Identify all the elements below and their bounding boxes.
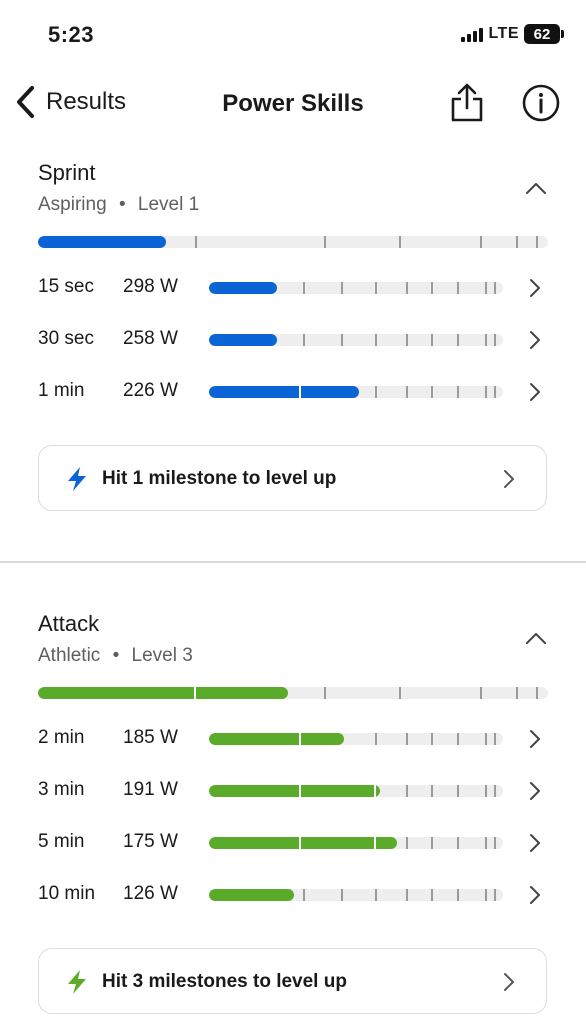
progress-fill bbox=[209, 837, 398, 849]
separator-dot: • bbox=[112, 645, 120, 666]
row-duration: 5 min bbox=[38, 831, 85, 852]
tier-label: Athletic bbox=[38, 645, 101, 666]
milestone-tick bbox=[457, 889, 460, 901]
milestone-tick bbox=[494, 733, 497, 745]
milestone-tick bbox=[430, 733, 433, 745]
row-power: 126 W bbox=[123, 883, 178, 904]
progress-fill bbox=[209, 733, 345, 745]
skill-row-10-min[interactable]: 10 min 126 W bbox=[0, 875, 586, 915]
segment-divider bbox=[298, 785, 301, 797]
segment-divider bbox=[193, 687, 196, 699]
milestone-tick bbox=[375, 889, 378, 901]
chevron-right-icon bbox=[530, 782, 540, 800]
segment-divider bbox=[373, 785, 376, 797]
milestone-tick bbox=[405, 837, 408, 849]
milestone-tick bbox=[457, 837, 460, 849]
row-duration: 2 min bbox=[38, 727, 85, 748]
milestone-button[interactable]: Hit 3 milestones to level up bbox=[38, 948, 547, 1014]
milestone-tick bbox=[494, 785, 497, 797]
milestone-tick bbox=[405, 733, 408, 745]
milestone-tick bbox=[341, 889, 344, 901]
row-duration: 10 min bbox=[38, 883, 96, 904]
milestone-tick bbox=[480, 687, 483, 699]
milestone-tick bbox=[405, 889, 408, 901]
milestone-tick bbox=[457, 785, 460, 797]
milestone-tick bbox=[485, 733, 488, 745]
milestone-tick bbox=[457, 733, 460, 745]
row-power: 191 W bbox=[123, 779, 178, 800]
milestone-tick bbox=[375, 733, 378, 745]
attack-section: Attack Athletic • Level 3 2 min 185 W 3 … bbox=[0, 0, 586, 1024]
milestone-tick bbox=[398, 687, 401, 699]
row-duration: 3 min bbox=[38, 779, 85, 800]
row-power: 185 W bbox=[123, 727, 178, 748]
milestone-tick bbox=[494, 889, 497, 901]
chevron-up-icon bbox=[526, 633, 546, 644]
milestone-tick bbox=[323, 687, 326, 699]
segment-divider bbox=[373, 837, 376, 849]
milestone-tick bbox=[485, 785, 488, 797]
segment-divider bbox=[298, 733, 301, 745]
progress-fill bbox=[209, 785, 380, 797]
milestone-tick bbox=[515, 687, 518, 699]
row-progress-bar bbox=[209, 733, 503, 745]
milestone-tick bbox=[405, 785, 408, 797]
row-progress-bar bbox=[209, 785, 503, 797]
section-subtitle: Athletic • Level 3 bbox=[38, 645, 193, 667]
milestone-tick bbox=[430, 889, 433, 901]
milestone-tick bbox=[535, 687, 538, 699]
level-progress-bar bbox=[38, 687, 548, 699]
level-label: Level 3 bbox=[131, 645, 193, 666]
lightning-bolt-icon bbox=[68, 970, 86, 994]
skill-row-2-min[interactable]: 2 min 185 W bbox=[0, 719, 586, 759]
milestone-tick bbox=[494, 837, 497, 849]
segment-divider bbox=[298, 837, 301, 849]
skill-row-3-min[interactable]: 3 min 191 W bbox=[0, 771, 586, 811]
row-progress-bar bbox=[209, 889, 503, 901]
milestone-tick bbox=[485, 889, 488, 901]
row-power: 175 W bbox=[123, 831, 178, 852]
chevron-right-icon bbox=[530, 886, 540, 904]
chevron-right-icon bbox=[504, 973, 514, 991]
milestone-tick bbox=[430, 837, 433, 849]
chevron-right-icon bbox=[530, 730, 540, 748]
milestone-tick bbox=[303, 889, 306, 901]
collapse-button[interactable] bbox=[524, 630, 548, 646]
chevron-right-icon bbox=[530, 834, 540, 852]
milestone-tick bbox=[430, 785, 433, 797]
progress-fill bbox=[38, 687, 288, 699]
skill-row-5-min[interactable]: 5 min 175 W bbox=[0, 823, 586, 863]
progress-fill bbox=[209, 889, 295, 901]
milestone-tick bbox=[485, 837, 488, 849]
milestone-label: Hit 3 milestones to level up bbox=[102, 971, 347, 992]
row-progress-bar bbox=[209, 837, 503, 849]
section-title: Attack bbox=[38, 611, 100, 636]
